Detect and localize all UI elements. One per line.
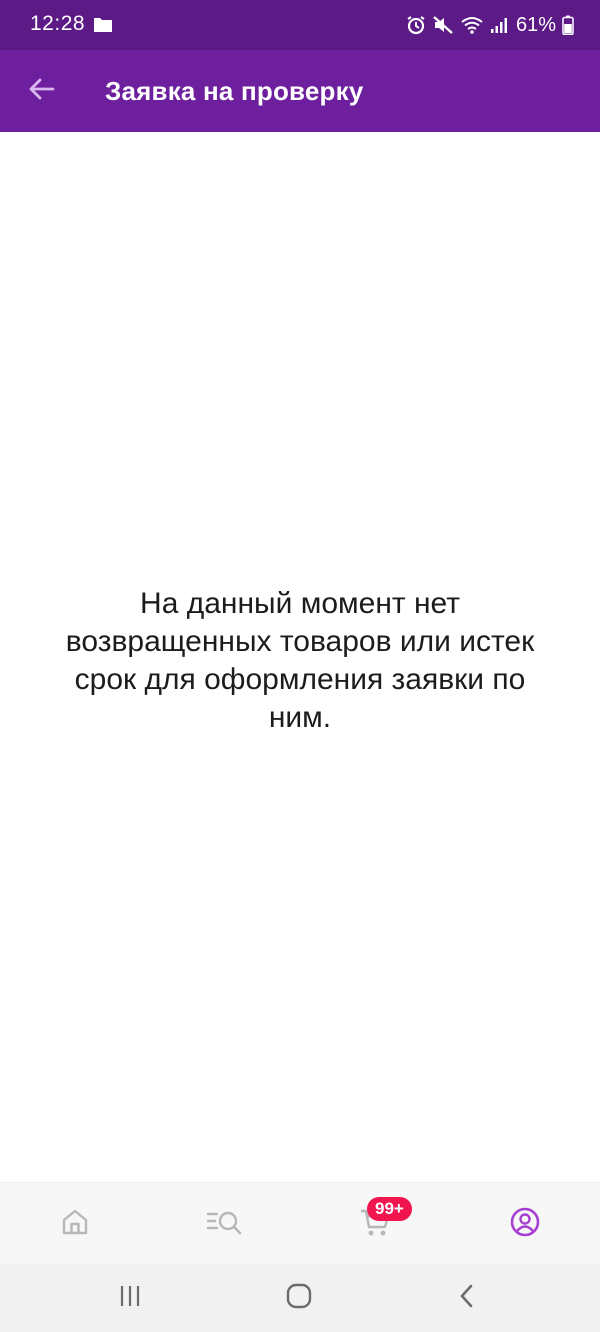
folder-icon (93, 15, 113, 38)
cart-count-badge: 99+ (367, 1197, 412, 1221)
catalog-search-icon (205, 1206, 245, 1243)
mute-icon (432, 15, 454, 35)
status-time: 12:28 (30, 12, 86, 35)
nav-home[interactable] (45, 1197, 105, 1251)
recents-button[interactable] (100, 1274, 160, 1322)
recents-icon (117, 1284, 143, 1313)
page-title: Заявка на проверку (105, 76, 364, 106)
status-bar: 12:28 61% (0, 0, 600, 50)
system-back-button[interactable] (437, 1274, 497, 1322)
bottom-nav (0, 1182, 600, 1265)
home-icon (59, 1206, 91, 1243)
status-icons: 61% (406, 11, 574, 39)
arrow-left-icon (28, 77, 56, 106)
wifi-icon (460, 15, 484, 35)
system-nav-bar (0, 1264, 600, 1332)
app-bar: Заявка на проверку (0, 50, 600, 132)
nav-catalog[interactable] (195, 1197, 255, 1251)
signal-icon (490, 16, 508, 34)
battery-icon (562, 15, 574, 35)
battery-percent: 61% (515, 13, 556, 36)
profile-icon (509, 1206, 541, 1243)
alarm-icon (406, 15, 426, 35)
nav-profile[interactable] (495, 1197, 555, 1251)
system-home-button[interactable] (269, 1274, 329, 1322)
back-button[interactable] (18, 67, 66, 115)
home-button-icon (285, 1282, 313, 1315)
back-icon (457, 1282, 477, 1315)
empty-state-message: На данный момент нет возвращенных товаро… (65, 587, 535, 734)
